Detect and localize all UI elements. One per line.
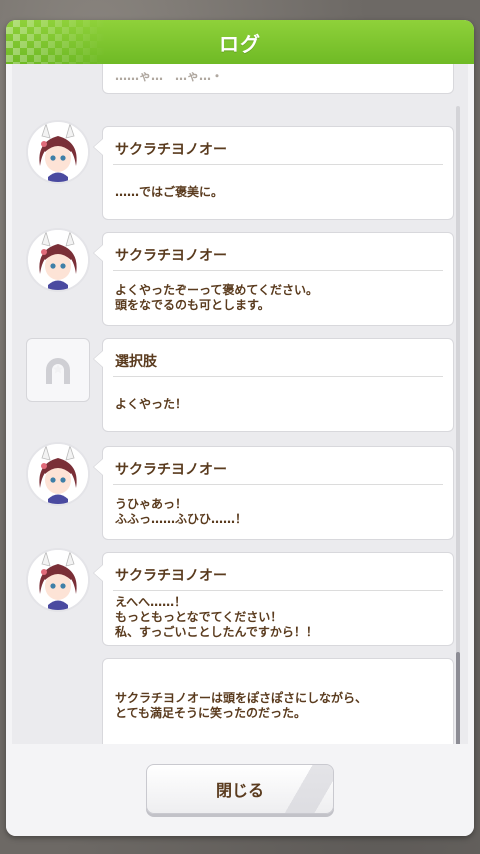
divider (113, 484, 443, 485)
divider (113, 270, 443, 271)
choice-text: よくやった！ (115, 397, 188, 411)
divider (113, 164, 443, 165)
dialogue-line: 私、すっごいことしたんですから！！ (115, 625, 318, 639)
speaker-name: サクラチヨノオー (115, 462, 227, 478)
title-pattern (6, 20, 106, 64)
divider (113, 590, 443, 591)
speaker-name: サクラチヨノオー (115, 568, 227, 584)
button-shine (273, 765, 333, 813)
speaker-avatar (26, 120, 90, 184)
choice-icon-frame (26, 338, 90, 402)
choice-label: 選択肢 (115, 354, 157, 370)
log-entry: サクラチヨノオー うひゃあっ！ ふふっ……ふひひ……！ (93, 446, 454, 540)
sakura-chiyono-o-avatar-icon (28, 122, 88, 182)
dialog-title: ログ (219, 31, 261, 56)
log-scroll-area[interactable]: ……ゃ… …ゃ…・ サクラチヨノオー ……ではご褒美に。 サクラチヨノオー よく… (12, 64, 468, 744)
log-entry: サクラチヨノオー えへへ……！ もっともっとなでてください！ 私、すっごいことし… (93, 552, 454, 646)
close-button[interactable]: 閉じる (146, 764, 334, 814)
sakura-chiyono-o-avatar-icon (28, 230, 88, 290)
dialogue-line: ふふっ……ふひひ……！ (115, 512, 248, 526)
dialogue-line: ……ではご褒美に。 (115, 185, 224, 199)
narration-line: サクラチヨノオーは頭をぽさぽさにしながら、 (115, 691, 368, 705)
log-entry: サクラチヨノオー よくやったぞーって褒めてください。 頭をなでるのも可とします。 (93, 232, 454, 326)
sakura-chiyono-o-avatar-icon (28, 444, 88, 504)
log-entry-choice: 選択肢 よくやった！ (93, 338, 454, 432)
log-entry-partial: ……ゃ… …ゃ…・ (102, 64, 454, 94)
title-bar: ログ (6, 20, 474, 64)
dialogue-line: えへへ……！ (115, 595, 187, 609)
dialogue-line: 頭をなでるのも可とします。 (115, 298, 270, 312)
dialogue-line: うひゃあっ！ (115, 497, 188, 511)
speaker-avatar (26, 548, 90, 612)
narration-entry: サクラチヨノオーは頭をぽさぽさにしながら、 とても満足そうに笑ったのだった。 (102, 658, 454, 744)
scroll-thumb[interactable] (456, 652, 460, 744)
dialogue-line: よくやったぞーって褒めてください。 (115, 283, 319, 297)
horseshoe-icon (46, 358, 70, 384)
speaker-name: サクラチヨノオー (115, 142, 227, 158)
partial-text: ……ゃ… …ゃ…・ (115, 69, 224, 83)
dialogue-line: もっともっとなでてください！ (115, 610, 283, 624)
close-button-label: 閉じる (215, 781, 264, 800)
speaker-avatar (26, 228, 90, 292)
speaker-avatar (26, 442, 90, 506)
divider (113, 376, 443, 377)
log-entry: サクラチヨノオー ……ではご褒美に。 (93, 126, 454, 220)
dialog-footer: 閉じる (6, 748, 474, 836)
speaker-name: サクラチヨノオー (115, 248, 227, 264)
log-dialog: ログ ……ゃ… …ゃ…・ サクラチヨノオー ……ではご褒美に。 サクラチヨノオー… (6, 20, 474, 836)
narration-line: とても満足そうに笑ったのだった。 (115, 706, 307, 720)
sakura-chiyono-o-avatar-icon (28, 550, 88, 610)
log-scrollbar[interactable] (456, 106, 460, 744)
